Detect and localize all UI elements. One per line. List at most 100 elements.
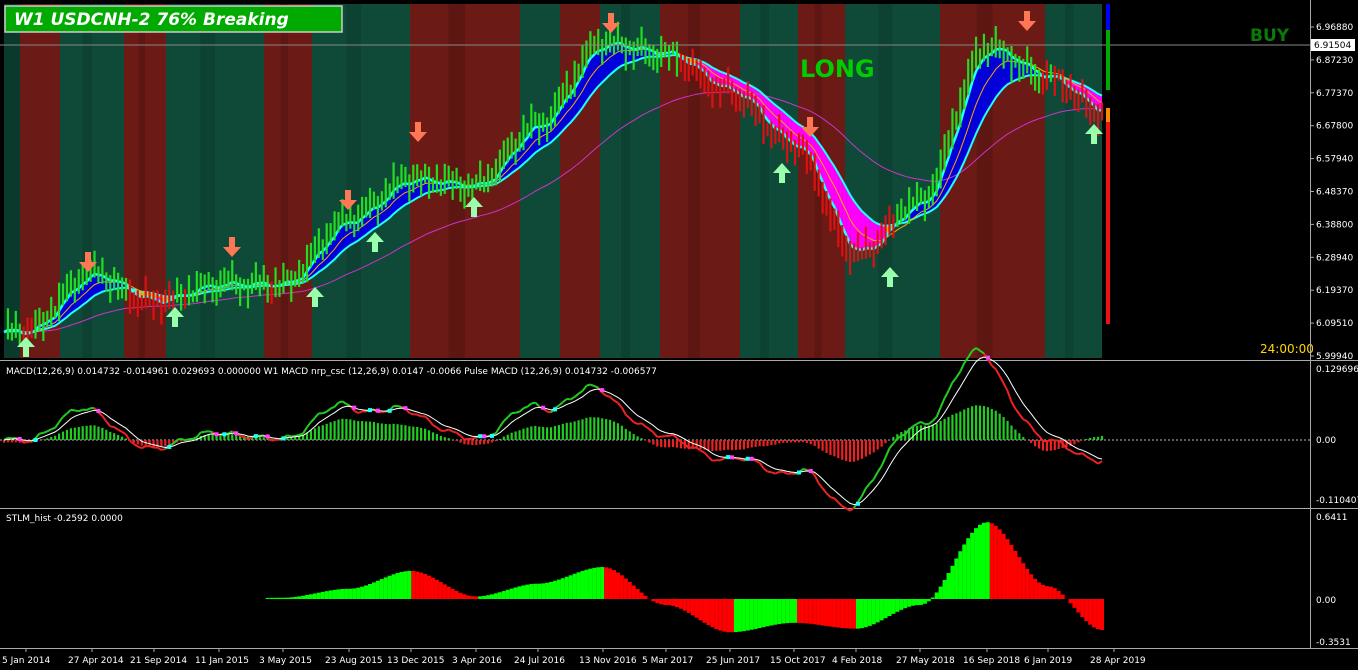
side-label: BUY xyxy=(1250,26,1290,46)
price-tick-label: 6.28940 xyxy=(1316,253,1353,263)
macd-line-segment xyxy=(50,426,56,431)
macd-line-segment xyxy=(204,430,209,433)
meter-segment-green xyxy=(1106,30,1110,90)
macd-line-segment xyxy=(78,408,84,413)
macd-line-segment xyxy=(739,458,745,462)
macd-cross-marker xyxy=(745,456,750,461)
date-tick-label: 27 Apr 2014 xyxy=(68,656,124,666)
trend-band-stripe xyxy=(688,4,700,358)
title-box: W1 USDCNH-2 76% Breaking xyxy=(4,5,343,33)
macd-line-segment xyxy=(239,435,245,438)
macd-line-segment xyxy=(472,436,477,440)
macd-line-segment xyxy=(712,459,717,462)
macd-cross-marker xyxy=(808,469,813,474)
macd-line-segment xyxy=(287,434,292,438)
price-tick-label: 6.48370 xyxy=(1316,188,1353,198)
macd-line-segment xyxy=(184,438,190,442)
price-tick-label: 6.87230 xyxy=(1316,56,1353,66)
macd-cross-marker xyxy=(96,408,101,413)
macd-cross-marker xyxy=(796,470,801,475)
macd-line-segment xyxy=(70,408,76,412)
trend-band-stripe xyxy=(346,4,361,358)
macd-cross-marker xyxy=(856,501,860,506)
macd-line-segment xyxy=(452,430,457,434)
date-tick-label: 15 Oct 2017 xyxy=(770,656,826,666)
macd-cross-marker xyxy=(253,434,258,439)
macd-line-segment xyxy=(900,433,906,437)
macd-cross-marker xyxy=(552,407,557,412)
meter-segment-red xyxy=(1106,122,1110,324)
macd-cross-marker xyxy=(234,431,239,436)
macd-line-segment xyxy=(397,404,402,408)
trend-band xyxy=(4,4,20,358)
current-price-label: 6.91504 xyxy=(1314,41,1351,51)
macd-tick-zero: 0.00 xyxy=(1316,436,1336,446)
macd-cross-marker xyxy=(726,455,731,460)
macd-line-segment xyxy=(161,448,166,451)
macd-cross-marker xyxy=(600,388,605,393)
macd-cross-marker xyxy=(490,433,494,438)
date-tick-label: 5 Mar 2017 xyxy=(642,656,693,666)
macd-line-segment xyxy=(464,437,469,441)
price-tick-label: 6.09510 xyxy=(1316,319,1353,329)
date-tick-label: 28 Apr 2019 xyxy=(1090,656,1146,666)
macd-cross-marker xyxy=(387,408,392,413)
macd-line-segment xyxy=(767,470,772,474)
macd-line-segment xyxy=(208,430,213,434)
price-tick-label: 6.38800 xyxy=(1316,220,1353,230)
macd-line-segment xyxy=(23,440,28,444)
date-tick-label: 24 Jul 2016 xyxy=(514,656,565,666)
macd-line-segment xyxy=(771,471,776,475)
macd-line-segment xyxy=(637,422,642,425)
date-tick-label: 27 May 2018 xyxy=(896,656,955,666)
trend-band-stripe xyxy=(200,4,215,358)
date-tick-label: 3 Apr 2016 xyxy=(452,656,502,666)
macd-line-segment xyxy=(1042,439,1048,443)
macd-line-segment xyxy=(110,425,115,429)
macd-line-segment xyxy=(661,435,666,438)
date-tick-label: 11 Jan 2015 xyxy=(195,656,249,666)
macd-cross-marker xyxy=(368,408,372,413)
stlm-tick-zero: 0.00 xyxy=(1316,596,1336,606)
macd-line-segment xyxy=(1074,452,1079,456)
date-tick-label: 3 May 2015 xyxy=(259,656,312,666)
macd-cross-marker xyxy=(281,436,286,441)
macd-line-segment xyxy=(39,431,44,435)
macd-line-segment xyxy=(1050,438,1055,442)
date-tick-label: 13 Dec 2015 xyxy=(387,656,445,666)
price-tick-label: 6.57940 xyxy=(1316,155,1353,165)
price-tick-label: 6.19370 xyxy=(1316,286,1353,296)
price-tick-label: 6.77370 xyxy=(1316,89,1353,99)
macd-cross-marker xyxy=(730,455,735,460)
macd-cross-marker xyxy=(482,434,487,439)
trend-band-stripe xyxy=(1064,4,1074,358)
date-tick-label: 16 Sep 2018 xyxy=(963,656,1020,666)
trend-band xyxy=(20,4,60,358)
macd-line-segment xyxy=(295,433,300,437)
macd-line-segment xyxy=(149,445,154,449)
chart-canvas[interactable]: 6.96880 6.87230 6.77370 6.67800 6.57940 6.483… xyxy=(0,0,1358,670)
trend-band-stripe xyxy=(760,4,769,358)
trend-band-stripe xyxy=(878,4,893,358)
stlm-tick-top: 0.6411 xyxy=(1316,513,1348,523)
price-tick-label: 6.96880 xyxy=(1316,23,1353,33)
macd-cross-marker xyxy=(214,432,219,437)
macd-line-segment xyxy=(338,400,343,404)
ribbon-segment xyxy=(850,194,855,249)
macd-cross-marker xyxy=(749,456,754,461)
macd-cross-marker xyxy=(478,434,483,439)
macd-cross-marker xyxy=(265,434,270,439)
stlm-label: STLM_hist -0.2592 0.0000 xyxy=(6,514,123,524)
macd-line-segment xyxy=(802,468,808,471)
meter-segment-blue xyxy=(1106,4,1110,30)
macd-cross-marker xyxy=(17,436,22,441)
macd-line-segment xyxy=(668,433,674,437)
macd-cross-marker xyxy=(403,406,408,411)
macd-label: MACD(12,26,9) 0.014732 -0.014961 0.02969… xyxy=(6,367,657,377)
macd-line-segment xyxy=(74,409,79,413)
date-tick-label: 23 Aug 2015 xyxy=(325,656,383,666)
ribbon-segment xyxy=(991,49,996,105)
macd-line-segment xyxy=(830,496,835,500)
price-panel[interactable]: 6.96880 6.87230 6.77370 6.67800 6.57940 6.483… xyxy=(0,0,1358,670)
price-tick-label: 6.67800 xyxy=(1316,122,1353,132)
